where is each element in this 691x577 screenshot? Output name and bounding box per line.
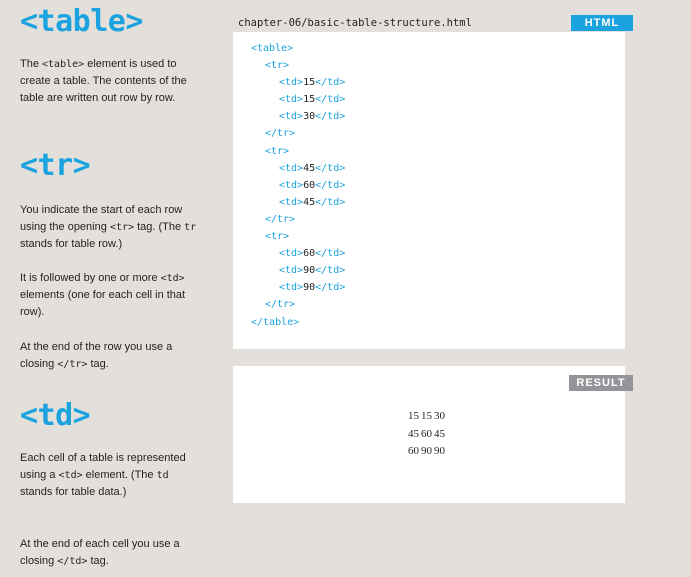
code-tag: </td>: [315, 77, 346, 89]
code-cell-value: 60: [303, 248, 316, 260]
code-tag: </tr>: [265, 213, 296, 225]
inline-code: <tr>: [109, 222, 135, 233]
paragraph-text: tag. (The: [134, 221, 185, 233]
code-line: <td>90</td>: [251, 279, 345, 296]
paragraph-text: tag.: [87, 358, 109, 370]
section-paragraph: It is followed by one or more <td> eleme…: [20, 270, 200, 321]
section-paragraph: At the end of each cell you use a closin…: [20, 536, 200, 570]
code-cell-value: 90: [303, 282, 316, 294]
code-line: <td>60</td>: [251, 245, 345, 262]
table-row: 15 15 30: [407, 408, 446, 426]
code-line: <td>30</td>: [251, 108, 345, 125]
table-cell: 45: [434, 427, 445, 440]
code-line: <td>15</td>: [251, 74, 345, 91]
code-tag: <td>: [279, 265, 304, 277]
paragraph-text: It is followed by one or more: [20, 272, 161, 284]
code-cell-value: 45: [303, 196, 316, 208]
table-cell: 60: [408, 445, 419, 457]
paragraph-text: stands for table row.): [20, 238, 123, 250]
code-tag: </td>: [315, 282, 346, 294]
code-cell-value: 15: [303, 94, 316, 106]
result-label-badge: RESULT: [569, 375, 633, 391]
section-heading: <table>: [20, 4, 143, 39]
table-row: 45 60 45: [407, 426, 446, 444]
inline-code: <td>: [160, 273, 185, 284]
inline-code: </tr>: [57, 359, 88, 370]
code-tag: </td>: [315, 179, 346, 191]
section-paragraph: Each cell of a table is represented usin…: [20, 450, 200, 501]
code-listing: <table> <tr> <td>15</td> <td>15</td> <td>30<…: [251, 40, 345, 331]
table-cell: 30: [434, 410, 445, 422]
code-line: <table>: [251, 40, 345, 57]
code-tag: </td>: [315, 94, 346, 106]
code-tag: </tr>: [265, 299, 296, 311]
code-tag: <tr>: [265, 145, 290, 157]
code-tag: <td>: [279, 77, 304, 89]
code-line: <td>45</td>: [251, 160, 345, 177]
inline-code: <table>: [42, 59, 85, 70]
code-tag: <td>: [279, 196, 304, 208]
code-line: <tr>: [251, 228, 345, 245]
paragraph-text: tag.: [87, 555, 109, 567]
paragraph-text: element. (The: [82, 469, 157, 481]
code-line: <tr>: [251, 143, 345, 160]
table-cell: 90: [434, 445, 445, 457]
code-line: <td>15</td>: [251, 91, 345, 108]
table-cell: 45: [408, 427, 419, 440]
code-line: <td>90</td>: [251, 262, 345, 279]
code-line: <td>60</td>: [251, 177, 345, 194]
table-row: 60 90 90: [407, 443, 446, 461]
code-tag: <tr>: [265, 231, 290, 243]
code-tag: <td>: [279, 282, 304, 294]
code-tag: </tr>: [265, 128, 296, 140]
table-cell: 60: [421, 427, 432, 440]
code-line: <td>45</td>: [251, 194, 345, 211]
section-paragraph: You indicate the start of each row using…: [20, 202, 200, 253]
code-panel: chapter-06/basic-table-structure.html HT…: [233, 14, 633, 349]
code-tag: </td>: [315, 111, 346, 123]
paragraph-text: The: [20, 58, 43, 70]
table-cell: 15: [408, 410, 419, 422]
code-header: chapter-06/basic-table-structure.html HT…: [233, 14, 633, 32]
code-tag: <tr>: [265, 60, 290, 72]
section-heading: <td>: [20, 398, 91, 433]
code-tag: <td>: [279, 248, 304, 260]
code-tag: <td>: [279, 94, 304, 106]
code-cell-value: 30: [303, 111, 316, 123]
code-cell-value: 60: [303, 179, 316, 191]
code-line: <tr>: [251, 57, 345, 74]
code-line: </tr>: [251, 125, 345, 142]
code-tag: </td>: [315, 196, 346, 208]
code-tag: </td>: [315, 248, 346, 260]
code-tag: </td>: [315, 265, 346, 277]
inline-code: td: [156, 470, 169, 481]
code-tag: </table>: [251, 316, 300, 328]
table-cell: 15: [421, 410, 432, 422]
code-line: </tr>: [251, 296, 345, 313]
result-panel: RESULT 15 15 30 45 60 45 60 90 90: [233, 366, 633, 503]
code-cell-value: 15: [303, 77, 316, 89]
inline-code: tr: [184, 222, 197, 233]
section-paragraph: At the end of the row you use a closing …: [20, 339, 200, 373]
section-paragraph: The <table> element is used to create a …: [20, 56, 200, 107]
html-label-badge: HTML: [571, 15, 633, 31]
paragraph-text: elements (one for each cell in that row)…: [20, 289, 186, 318]
code-cell-value: 45: [303, 162, 316, 174]
table-cell: 90: [421, 445, 432, 457]
code-line: </table>: [251, 314, 345, 331]
section-heading: <tr>: [20, 148, 91, 183]
code-tag: <table>: [251, 43, 294, 54]
inline-code: </td>: [57, 556, 88, 567]
code-cell-value: 90: [303, 265, 316, 277]
paragraph-text: stands for table data.): [20, 486, 127, 498]
code-tag: </td>: [315, 162, 346, 174]
code-line: </tr>: [251, 211, 345, 228]
code-tag: <td>: [279, 111, 304, 123]
inline-code: <td>: [58, 470, 83, 481]
result-table: 15 15 30 45 60 45 60 90 90: [407, 408, 446, 461]
code-tag: <td>: [279, 179, 304, 191]
code-tag: <td>: [279, 162, 304, 174]
code-filename: chapter-06/basic-table-structure.html: [238, 17, 472, 29]
